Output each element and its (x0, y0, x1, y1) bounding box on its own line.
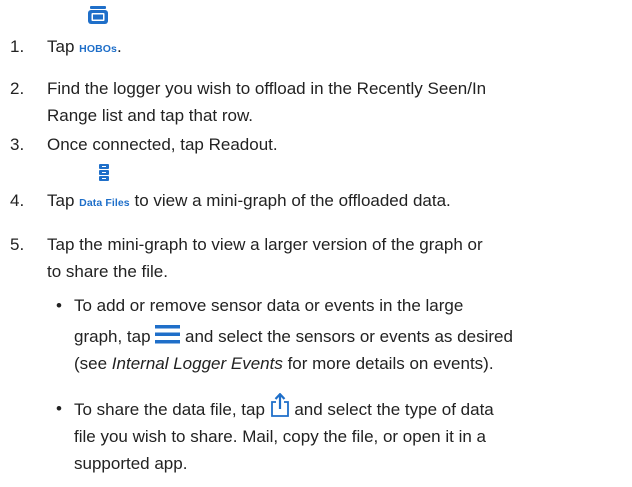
internal-logger-events-reference: Internal Logger Events (111, 354, 283, 373)
bullet-text: To share the data file, tap and select t… (74, 393, 614, 477)
bullet-text-line: file you wish to share. Mail, copy the f… (74, 427, 486, 446)
bullet-point: • (56, 399, 62, 418)
step-text: Tap Data Files to view a mini-graph of t… (47, 164, 607, 217)
bullet-text-line: To add or remove sensor data or events i… (74, 296, 464, 315)
bullet-point: • (56, 296, 62, 315)
hobos-tab-label: HOBOs (79, 43, 117, 55)
data-files-icon (99, 164, 110, 181)
step-text-before: Tap (47, 37, 80, 56)
step-text: Tap HOBOs . (47, 6, 607, 63)
bullet-text-before: (see (74, 354, 112, 373)
step-text-before: Tap (47, 191, 80, 210)
bullet-text-before: To share the data file, tap (74, 400, 270, 419)
menu-icon (155, 325, 181, 344)
step-text: Tap the mini-graph to view a larger vers… (47, 231, 607, 285)
step-number: 4. (10, 191, 25, 210)
step-text-after: to view a mini-graph of the offloaded da… (129, 191, 451, 210)
bullet-text-after: and select the sensors or events as desi… (180, 327, 513, 346)
hobo-logger-icon (88, 6, 109, 24)
bullet-item-sensors: • To add or remove sensor data or events… (47, 292, 617, 376)
bullet-text: To add or remove sensor data or events i… (74, 292, 614, 377)
step-text-after: . (116, 37, 122, 56)
hobos-tab-button: HOBOs (79, 6, 117, 63)
share-icon (270, 393, 289, 417)
step-text-line: Tap the mini-graph to view a larger vers… (47, 235, 483, 254)
step-number: 3. (10, 135, 25, 154)
data-files-tab-button: Data Files (79, 164, 130, 217)
step-text: Once connected, tap Readout. (47, 135, 278, 154)
step-number: 2. (10, 79, 25, 98)
instructions-document: 1. Tap HOBOs . 2. Find the logger you wi… (0, 0, 632, 487)
data-files-tab-label: Data Files (79, 197, 130, 209)
step-number: 1. (10, 37, 25, 56)
step-text: Find the logger you wish to offload in t… (47, 75, 607, 129)
step-text-line: Range list and tap that row. (47, 106, 254, 125)
step-text-line: to share the file. (47, 262, 168, 281)
bullet-text-after: for more details on events). (282, 354, 494, 373)
bullet-text-line: supported app. (74, 454, 188, 473)
bullet-item-share: • To share the data file, tap and select… (47, 393, 617, 483)
bullet-text-before: graph, tap (74, 327, 156, 346)
bullet-text-after: and select the type of data (289, 400, 494, 419)
step-number: 5. (10, 235, 25, 254)
step-text-line: Find the logger you wish to offload in t… (47, 79, 487, 98)
